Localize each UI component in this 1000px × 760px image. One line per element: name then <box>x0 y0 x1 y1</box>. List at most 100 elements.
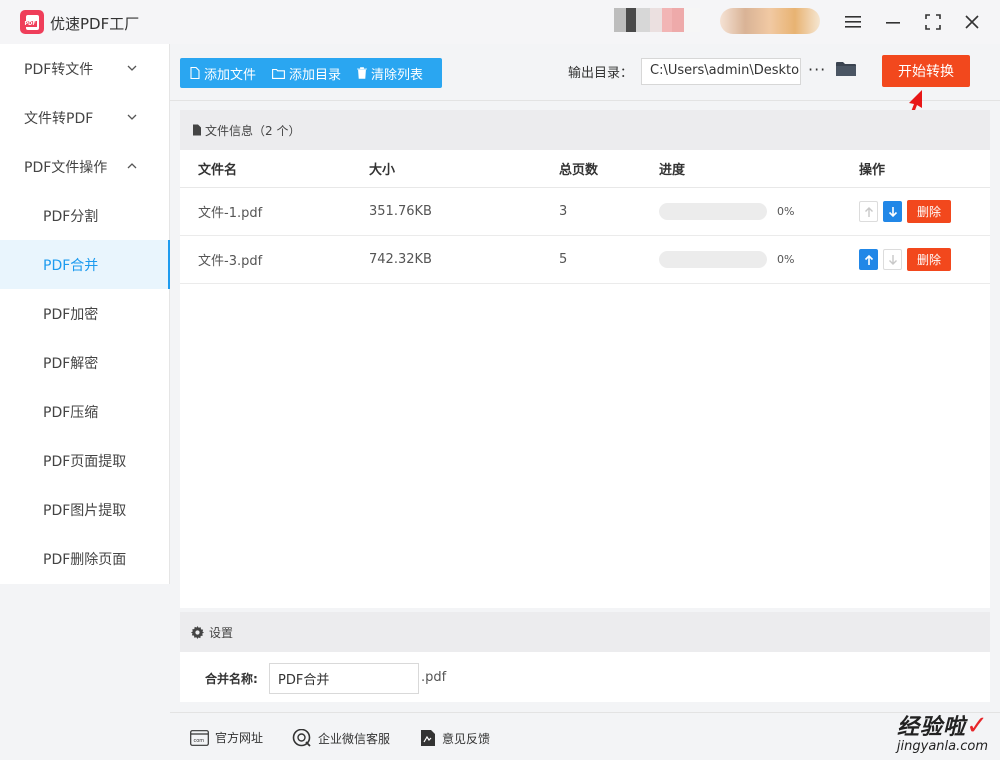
file-pages: 5 <box>559 252 568 267</box>
col-header-name: 文件名 <box>198 163 238 178</box>
merge-name-label: 合并名称: <box>205 672 258 686</box>
file-size: 351.76KB <box>369 204 432 219</box>
sidebar: PDF转文件 文件转PDF PDF文件操作 PDF分割 PDF合并 PDF加密 … <box>0 44 170 584</box>
minimize-icon[interactable] <box>881 10 905 34</box>
file-name: 文件-1.pdf <box>198 206 263 221</box>
progress-bar <box>659 203 767 220</box>
sidebar-group-label: PDF文件操作 <box>24 159 108 176</box>
table-header: 文件名 大小 总页数 进度 操作 <box>180 150 990 188</box>
progress-bar <box>659 251 767 268</box>
clear-list-button[interactable]: 清除列表 <box>357 64 423 83</box>
file-button-group: 添加文件 添加目录 清除列表 <box>180 58 442 88</box>
maximize-icon[interactable] <box>921 10 945 34</box>
sidebar-group-file-to-pdf[interactable]: 文件转PDF <box>0 93 169 142</box>
add-folder-label: 添加目录 <box>289 67 342 83</box>
sidebar-item-pdf-image-extract[interactable]: PDF图片提取 <box>0 485 169 534</box>
move-down-button[interactable] <box>883 249 902 270</box>
file-progress: 0% <box>659 236 859 283</box>
sidebar-item-label: PDF压缩 <box>43 404 99 421</box>
file-info-title: 文件信息（2 个） <box>205 123 301 138</box>
row-actions: 删除 <box>859 188 990 235</box>
close-icon[interactable] <box>960 10 984 34</box>
sidebar-item-pdf-delete-pages[interactable]: PDF删除页面 <box>0 534 169 583</box>
clear-list-label: 清除列表 <box>371 67 424 83</box>
menu-icon[interactable] <box>841 10 865 34</box>
sidebar-item-pdf-split[interactable]: PDF分割 <box>0 191 169 240</box>
table-row: 文件-1.pdf 351.76KB 3 0% 删除 <box>180 188 990 236</box>
file-icon <box>190 67 200 79</box>
arrow-up-icon <box>864 206 873 217</box>
sidebar-item-label: PDF删除页面 <box>43 551 127 568</box>
row-actions: 删除 <box>859 236 990 283</box>
move-up-button[interactable] <box>859 249 878 270</box>
sidebar-item-label: PDF分割 <box>43 208 99 225</box>
sidebar-item-label: PDF页面提取 <box>43 453 127 470</box>
website-label: 官方网址 <box>215 731 264 745</box>
sidebar-item-label: PDF解密 <box>43 355 99 372</box>
app-title: 优速PDF工厂 <box>50 15 140 33</box>
add-file-button[interactable]: 添加文件 <box>190 64 256 83</box>
vip-badge-blurred[interactable] <box>720 8 820 34</box>
svg-text:com: com <box>194 738 205 744</box>
col-header-progress: 进度 <box>659 163 686 178</box>
delete-button[interactable]: 删除 <box>907 200 951 223</box>
trash-icon <box>357 67 368 79</box>
chevron-down-icon <box>127 65 137 71</box>
feedback-link[interactable]: 意见反馈 <box>420 729 490 747</box>
toolbar: 添加文件 添加目录 清除列表 输出目录： C:\Users\admin\Desk… <box>170 44 1000 101</box>
table-row: 文件-3.pdf 742.32KB 5 0% 删除 <box>180 236 990 284</box>
output-dir-label: 输出目录： <box>568 66 634 81</box>
file-size: 742.32KB <box>369 252 432 267</box>
chevron-up-icon <box>127 163 137 169</box>
title-bar: PDF 优速PDF工厂 <box>0 0 1000 44</box>
sidebar-item-label: PDF合并 <box>43 257 99 274</box>
delete-button[interactable]: 删除 <box>907 248 951 271</box>
settings-panel: 设置 合并名称: .pdf <box>180 612 990 702</box>
feedback-label: 意见反馈 <box>442 731 491 746</box>
sidebar-item-label: PDF图片提取 <box>43 502 127 519</box>
add-folder-button[interactable]: 添加目录 <box>272 64 341 83</box>
website-icon: com <box>190 729 209 746</box>
watermark-url: jingyanla.com <box>896 739 988 754</box>
folder-icon <box>272 68 285 79</box>
sidebar-item-pdf-encrypt[interactable]: PDF加密 <box>0 289 169 338</box>
chat-icon <box>292 729 311 747</box>
sidebar-item-pdf-compress[interactable]: PDF压缩 <box>0 387 169 436</box>
open-folder-icon[interactable] <box>836 61 856 81</box>
footer: com 官方网址 企业微信客服 意见反馈 经验啦✓ jingyanla.com <box>170 709 1000 760</box>
gear-icon <box>191 625 204 639</box>
merge-name-input[interactable] <box>269 663 419 694</box>
file-icon <box>193 124 201 136</box>
official-website-link[interactable]: com 官方网址 <box>190 729 263 746</box>
chevron-down-icon <box>127 114 137 120</box>
sidebar-group-pdf-to-file[interactable]: PDF转文件 <box>0 44 169 93</box>
col-header-pages: 总页数 <box>559 163 599 178</box>
browse-more-button[interactable]: ··· <box>808 60 826 79</box>
sidebar-group-label: 文件转PDF <box>24 110 94 127</box>
start-convert-button[interactable]: 开始转换 <box>882 55 970 87</box>
move-down-button[interactable] <box>883 201 902 222</box>
sidebar-group-label: PDF转文件 <box>24 61 94 78</box>
check-mark-icon: ✓ <box>966 711 988 741</box>
sidebar-item-pdf-page-extract[interactable]: PDF页面提取 <box>0 436 169 485</box>
sidebar-group-pdf-operations[interactable]: PDF文件操作 <box>0 142 169 191</box>
watermark: 经验啦✓ jingyanla.com <box>897 709 988 754</box>
wechat-support-link[interactable]: 企业微信客服 <box>292 729 390 747</box>
progress-percent: 0% <box>777 205 795 218</box>
arrow-down-icon <box>888 254 897 265</box>
add-file-label: 添加文件 <box>204 67 257 83</box>
move-up-button[interactable] <box>859 201 878 222</box>
output-dir-input[interactable]: C:\Users\admin\Deskto <box>641 58 801 85</box>
sidebar-item-pdf-merge[interactable]: PDF合并 <box>0 240 170 289</box>
file-info-header: 文件信息（2 个） <box>180 110 990 150</box>
col-header-actions: 操作 <box>859 163 886 178</box>
feedback-icon <box>421 730 435 746</box>
col-header-size: 大小 <box>369 163 396 178</box>
file-progress: 0% <box>659 188 859 235</box>
sidebar-item-pdf-decrypt[interactable]: PDF解密 <box>0 338 169 387</box>
file-name: 文件-3.pdf <box>198 254 263 269</box>
app-logo-icon: PDF <box>20 10 44 34</box>
file-pages: 3 <box>559 204 568 219</box>
file-list-panel: 文件信息（2 个） 文件名 大小 总页数 进度 操作 文件-1.pdf 351.… <box>180 110 990 608</box>
app-window: PDF 优速PDF工厂 PDF转文件 文件转PDF PDF文件操作 PDF分割 … <box>0 0 1000 760</box>
